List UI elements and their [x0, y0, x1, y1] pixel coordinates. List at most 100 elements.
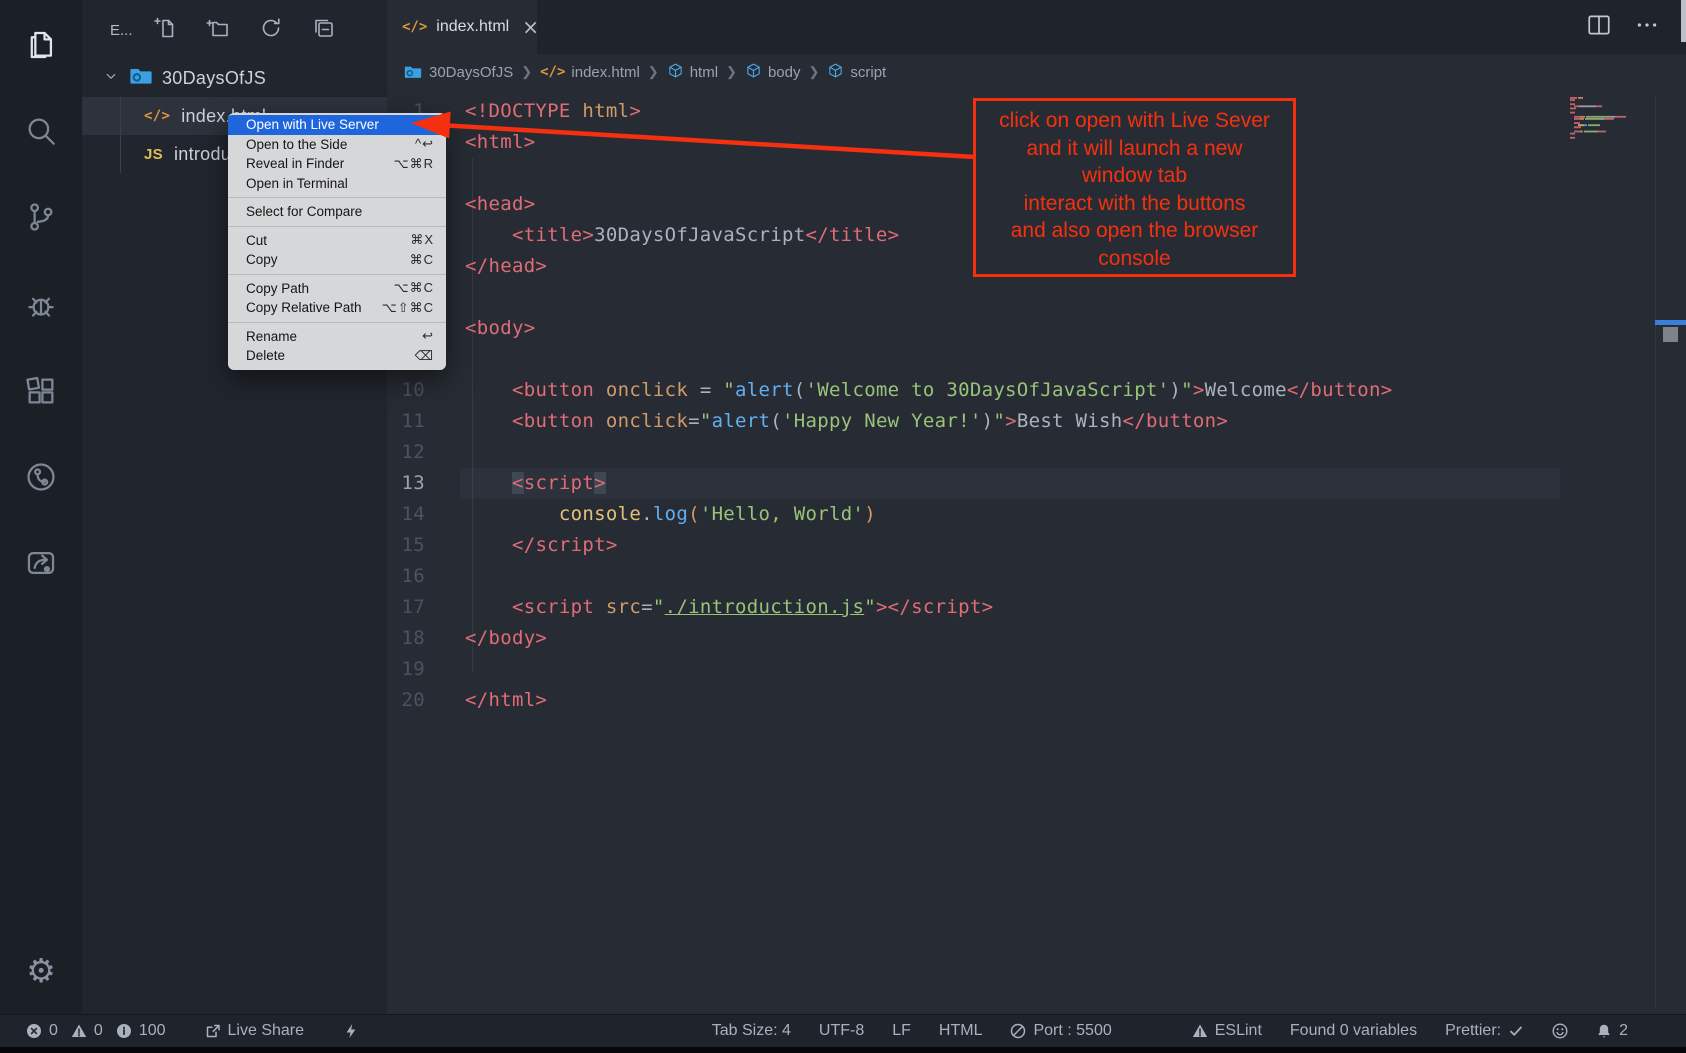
status-label: Prettier:	[1445, 1022, 1501, 1040]
breadcrumb-label: html	[690, 64, 718, 81]
vscode-window: ⚙ E... 30DaysOfJS </>index.htmlJSintrodu…	[0, 0, 1686, 1053]
code-line-10[interactable]: 10 <button onclick = "alert('Welcome to …	[387, 375, 1686, 406]
status-live-share[interactable]: Live Share	[205, 1022, 305, 1040]
code-line-9[interactable]: 9	[387, 344, 1686, 375]
scroll-indicator	[1681, 0, 1686, 42]
status-found-0-variables[interactable]: Found 0 variables	[1290, 1022, 1417, 1040]
status-bar: 00 100 Live Share Tab Size: 4 UTF-8 LF HTML Po…	[0, 1014, 1686, 1047]
split-editor-icon	[1586, 12, 1612, 38]
tab-close-icon[interactable]: ×	[522, 15, 539, 39]
gear-icon: ⚙	[26, 954, 56, 987]
menu-item-cut[interactable]: Cut⌘X	[228, 231, 446, 251]
code-line-13[interactable]: 13 <script>	[387, 468, 1686, 499]
activity-bar-item-search[interactable]	[0, 109, 82, 153]
activity-bar-item-settings[interactable]: ⚙	[0, 948, 82, 992]
code-line-16[interactable]: 16	[387, 561, 1686, 592]
line-number: 13	[387, 468, 440, 499]
html-file-icon: </>	[144, 108, 170, 124]
more-actions-icon	[1634, 12, 1660, 38]
code-line-17[interactable]: 17 <script src="./introduction.js"></scr…	[387, 592, 1686, 623]
folder-label: 30DaysOfJS	[162, 68, 266, 89]
status-smiley[interactable]	[1552, 1023, 1568, 1039]
activity-bar-item-extensions[interactable]	[0, 369, 82, 413]
split-editor-icon[interactable]	[1586, 12, 1612, 43]
breadcrumb-label: index.html	[571, 64, 639, 81]
line-content	[440, 561, 465, 592]
line-number: 10	[387, 375, 440, 406]
menu-item-rename[interactable]: Rename↩	[228, 327, 446, 347]
menu-separator	[228, 226, 446, 227]
activity-bar-item-live-share[interactable]	[0, 541, 82, 585]
line-content: <script src="./introduction.js"></script…	[440, 592, 993, 623]
menu-item-open-to-the-side[interactable]: Open to the Side^↩	[228, 135, 446, 155]
gitlens-icon	[24, 460, 58, 494]
code-line-20[interactable]: 20</html>	[387, 685, 1686, 716]
line-number: 20	[387, 685, 440, 716]
code-line-11[interactable]: 11 <button onclick="alert('Happy New Yea…	[387, 406, 1686, 437]
status-2[interactable]: 2	[1596, 1022, 1628, 1040]
context-menu: Open with Live ServerOpen to the Side^↩R…	[228, 113, 446, 370]
folder-row-30daysofjs[interactable]: 30DaysOfJS	[82, 59, 387, 97]
code-line-19[interactable]: 19	[387, 654, 1686, 685]
breadcrumb-item-html[interactable]: html	[667, 62, 718, 83]
line-content: <html>	[440, 127, 535, 158]
menu-item-copy-path[interactable]: Copy Path⌥⌘C	[228, 279, 446, 299]
scrollbar-thumb[interactable]	[1663, 327, 1678, 342]
menu-item-copy-relative-path[interactable]: Copy Relative Path⌥⇧⌘C	[228, 298, 446, 318]
breadcrumb-item-30DaysOfJS[interactable]: 30DaysOfJS	[403, 62, 513, 82]
status-100[interactable]: 100	[116, 1022, 166, 1040]
menu-item-open-in-terminal[interactable]: Open in Terminal	[228, 174, 446, 194]
status-0[interactable]: 0	[71, 1022, 103, 1040]
status-utf-8[interactable]: UTF-8	[819, 1022, 864, 1040]
live-share-icon	[24, 546, 58, 580]
minimap[interactable]	[1570, 97, 1650, 141]
menu-item-shortcut: ⌥⌘C	[394, 280, 434, 296]
slash-circle-icon	[1010, 1023, 1026, 1039]
tab-index-html[interactable]: </> index.html ×	[387, 0, 537, 54]
activity-bar-item-gitlens[interactable]	[0, 455, 82, 499]
menu-item-label: Rename	[246, 329, 408, 344]
status-port-5500[interactable]: Port : 5500	[1010, 1022, 1111, 1040]
status-prettier-[interactable]: Prettier:	[1445, 1022, 1524, 1040]
line-content: </head>	[440, 251, 547, 282]
status-label: UTF-8	[819, 1022, 864, 1040]
status-eslint[interactable]: ESLint	[1192, 1022, 1262, 1040]
menu-item-label: Delete	[246, 348, 401, 363]
breadcrumb-item-body[interactable]: body	[745, 62, 801, 83]
breadcrumb-item-script[interactable]: script	[827, 62, 886, 83]
line-number: 11	[387, 406, 440, 437]
code-line-15[interactable]: 15 </script>	[387, 530, 1686, 561]
status-lightning[interactable]	[343, 1023, 359, 1039]
breadcrumb-item-index.html[interactable]: </>index.html	[540, 64, 640, 81]
menu-item-reveal-in-finder[interactable]: Reveal in Finder⌥⌘R	[228, 154, 446, 174]
code-line-18[interactable]: 18</body>	[387, 623, 1686, 654]
activity-bar-item-source-control[interactable]	[0, 195, 82, 239]
code-line-12[interactable]: 12	[387, 437, 1686, 468]
error-circle-icon	[26, 1023, 42, 1039]
status-0[interactable]: 0	[26, 1022, 58, 1040]
menu-item-select-for-compare[interactable]: Select for Compare	[228, 202, 446, 222]
activity-bar: ⚙	[0, 0, 82, 1014]
activity-bar-item-run-debug[interactable]	[0, 283, 82, 327]
explorer-icon	[24, 28, 58, 62]
status-html[interactable]: HTML	[939, 1022, 983, 1040]
status-lf[interactable]: LF	[892, 1022, 911, 1040]
annotation-text-line: and also open the browser	[976, 217, 1293, 245]
line-content: <!DOCTYPE html>	[440, 96, 641, 127]
code-line-8[interactable]: 8<body>	[387, 313, 1686, 344]
menu-item-label: Open in Terminal	[246, 176, 434, 191]
menu-item-copy[interactable]: Copy⌘C	[228, 250, 446, 270]
more-actions-icon[interactable]	[1634, 12, 1660, 43]
status-label: Tab Size: 4	[712, 1022, 791, 1040]
menu-item-delete[interactable]: Delete⌫	[228, 346, 446, 366]
annotation-text-line: click on open with Live Sever	[976, 107, 1293, 135]
menu-item-open-with-live-server[interactable]: Open with Live Server	[228, 115, 446, 135]
activity-bar-item-explorer[interactable]	[0, 23, 82, 67]
source-control-icon	[24, 200, 58, 234]
code-line-7[interactable]: 7	[387, 282, 1686, 313]
code-line-14[interactable]: 14 console.log('Hello, World')	[387, 499, 1686, 530]
status-label: Found 0 variables	[1290, 1022, 1417, 1040]
folder-icon	[128, 63, 154, 89]
tree-indent-guide	[120, 97, 121, 173]
status-tab-size-4[interactable]: Tab Size: 4	[712, 1022, 791, 1040]
